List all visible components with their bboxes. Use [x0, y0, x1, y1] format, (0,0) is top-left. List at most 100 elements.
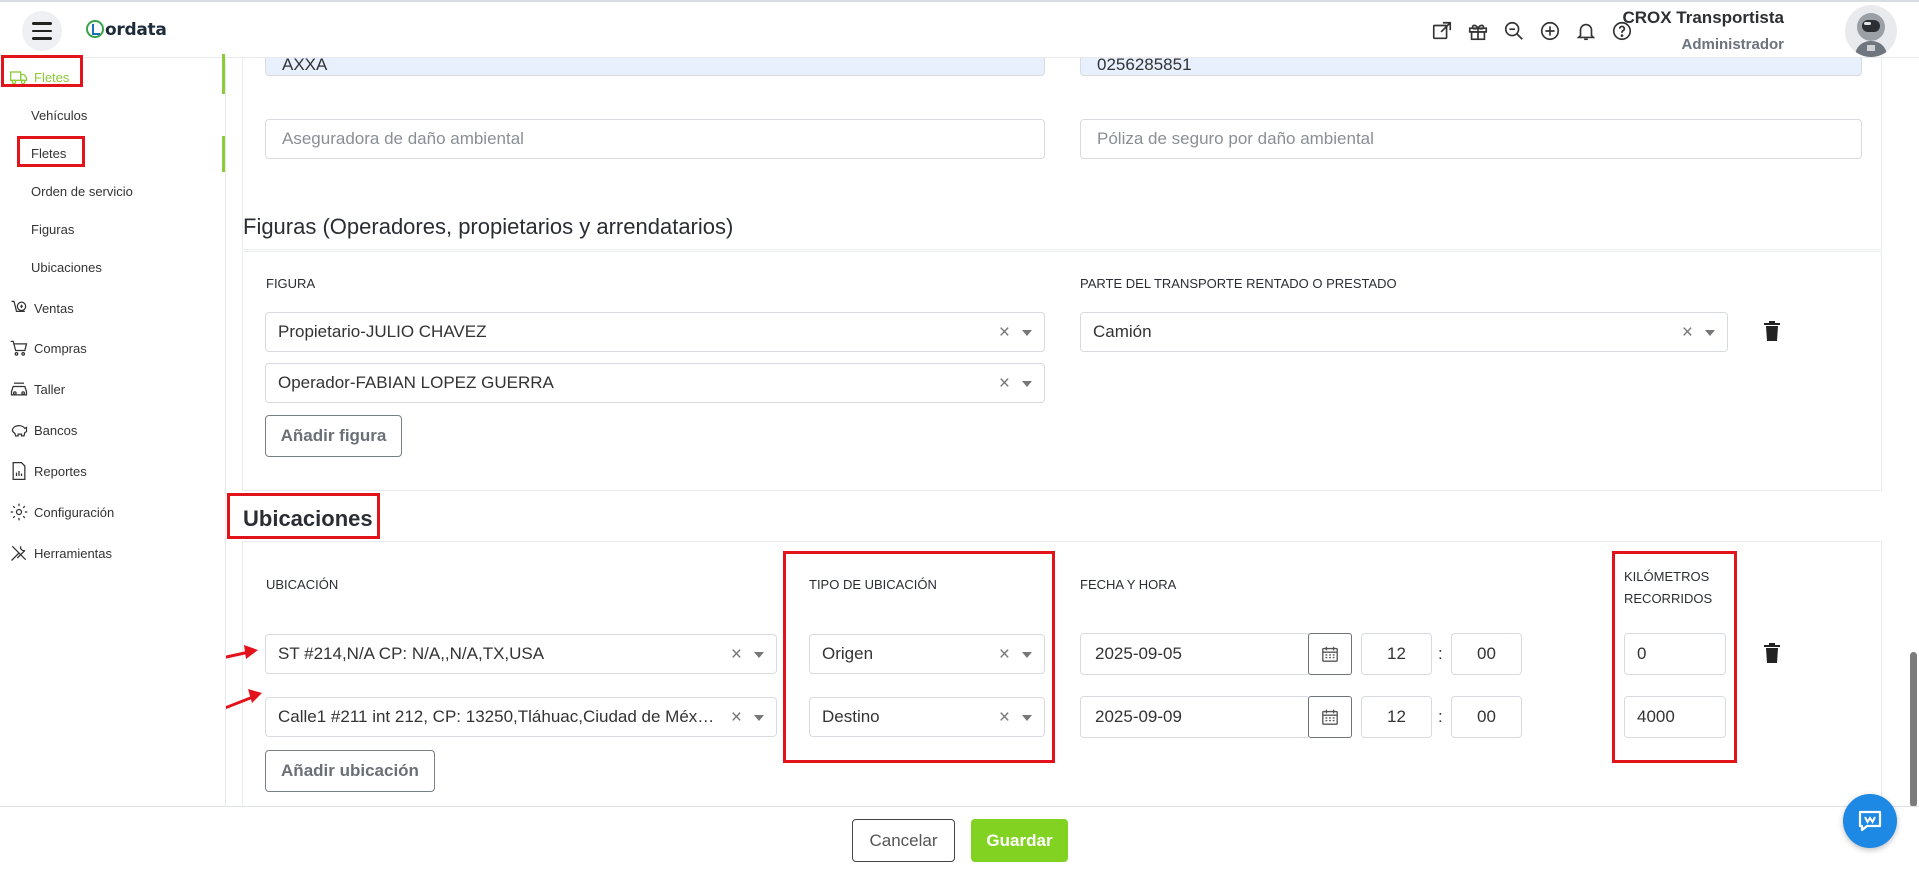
app-root: ordata CROX Transportista Administrador [0, 0, 1919, 872]
minuto-input-1[interactable]: 00 [1451, 633, 1522, 675]
chevron-down-icon[interactable] [1022, 652, 1032, 658]
annotation-box-fletes [1, 55, 83, 87]
header-actions [1424, 18, 1640, 44]
ubicacion-select-1[interactable]: ST #214,N/A CP: N/A,,N/A,TX,USA × [265, 634, 777, 674]
active-subitem-indicator [222, 136, 225, 172]
insurer-value: AXXA [282, 58, 328, 74]
time-separator: : [1438, 707, 1443, 726]
chevron-down-icon[interactable] [754, 715, 764, 721]
sidebar-item-taller[interactable]: Taller [0, 374, 226, 404]
cancel-button[interactable]: Cancelar [852, 819, 955, 862]
sidebar-item-bancos[interactable]: Bancos [0, 415, 226, 445]
clear-icon[interactable]: × [999, 373, 1010, 395]
sales-icon [8, 297, 30, 319]
clear-icon[interactable]: × [1682, 322, 1693, 344]
time-separator: : [1438, 644, 1443, 663]
sidebar-subitem-orden-servicio[interactable]: Orden de servicio [31, 184, 133, 199]
annotation-box-subitem-fletes [17, 136, 85, 167]
sidebar-item-compras[interactable]: Compras [0, 333, 226, 363]
delete-ubicacion-icon[interactable] [1763, 643, 1781, 663]
annotation-box-ubicaciones [227, 493, 380, 539]
tipo-select-value: Destino [822, 707, 880, 726]
logo-text: ordata [105, 20, 167, 40]
tipo-select-1[interactable]: Origen × [809, 634, 1045, 674]
tipo-select-2[interactable]: Destino × [809, 697, 1045, 737]
sidebar-item-label: Compras [34, 340, 87, 356]
insurer-field[interactable]: AXXA [265, 58, 1045, 76]
env-policy-placeholder: Póliza de seguro por daño ambiental [1097, 129, 1374, 148]
add-figura-button[interactable]: Añadir figura [265, 415, 402, 457]
sidebar-item-label: Herramientas [34, 545, 113, 561]
external-link-icon[interactable] [1424, 18, 1460, 44]
scrollbar-thumb[interactable] [1910, 652, 1917, 807]
ubicacion-select-value: Calle1 #211 int 212, CP: 13250,Tláhuac,C… [278, 707, 715, 726]
user-name[interactable]: CROX Transportista [1622, 8, 1784, 28]
sidebar-item-herramientas[interactable]: Herramientas [0, 538, 226, 568]
car-icon [8, 378, 30, 400]
clear-icon[interactable]: × [999, 322, 1010, 344]
astronaut-avatar-icon [1855, 13, 1887, 57]
top-bar: ordata CROX Transportista Administrador [0, 0, 1919, 58]
clear-icon[interactable]: × [999, 644, 1010, 666]
clear-icon[interactable]: × [731, 707, 742, 729]
save-button[interactable]: Guardar [971, 819, 1068, 862]
user-role: Administrador [1681, 36, 1784, 53]
report-icon [8, 460, 30, 482]
sidebar-item-label: Configuración [34, 504, 115, 520]
piggy-bank-icon [8, 419, 30, 441]
gift-icon[interactable] [1460, 18, 1496, 44]
column-header-figura: FIGURA [266, 276, 316, 291]
km-input-2[interactable]: 4000 [1624, 696, 1726, 738]
chat-support-button[interactable] [1843, 794, 1897, 848]
ubicacion-select-2[interactable]: Calle1 #211 int 212, CP: 13250,Tláhuac,C… [265, 697, 777, 737]
column-header-parte: PARTE DEL TRANSPORTE RENTADO O PRESTADO [1080, 276, 1397, 291]
calendar-icon [1322, 646, 1338, 662]
plus-circle-icon[interactable] [1532, 18, 1568, 44]
chevron-down-icon[interactable] [1022, 330, 1032, 336]
hora-input-2[interactable]: 12 [1361, 696, 1432, 738]
sidebar-item-reportes[interactable]: Reportes [0, 456, 226, 486]
chevron-down-icon[interactable] [1022, 715, 1032, 721]
section-title-figuras: Figuras (Operadores, propietarios y arre… [243, 214, 734, 239]
minuto-input-2[interactable]: 00 [1451, 696, 1522, 738]
column-header-ubicacion: UBICACIÓN [266, 577, 339, 592]
chevron-down-icon[interactable] [1705, 330, 1715, 336]
sidebar-item-label: Bancos [34, 422, 78, 438]
hora-input-1[interactable]: 12 [1361, 633, 1432, 675]
sidebar-subitem-figuras[interactable]: Figuras [31, 222, 74, 237]
form-footer: Cancelar Guardar [0, 806, 1919, 872]
clear-icon[interactable]: × [999, 707, 1010, 729]
sidebar-subitem-vehiculos[interactable]: Vehículos [31, 108, 87, 123]
menu-toggle-button[interactable] [22, 11, 62, 51]
parte-select-1[interactable]: Camión × [1080, 312, 1728, 352]
sidebar-item-configuracion[interactable]: Configuración [0, 497, 226, 527]
app-logo[interactable]: ordata [86, 20, 167, 40]
chevron-down-icon[interactable] [754, 652, 764, 658]
bell-icon[interactable] [1568, 18, 1604, 44]
ubicacion-select-value: ST #214,N/A CP: N/A,,N/A,TX,USA [278, 644, 545, 663]
gear-icon [8, 501, 30, 523]
calendar-button[interactable] [1308, 696, 1352, 738]
chevron-down-icon[interactable] [1022, 381, 1032, 387]
fecha-input-2[interactable]: 2025-09-09 [1080, 696, 1310, 738]
fecha-value: 2025-09-05 [1095, 644, 1182, 663]
clear-icon[interactable]: × [731, 644, 742, 666]
sidebar-item-ventas[interactable]: Ventas [0, 293, 226, 323]
tipo-select-value: Origen [822, 644, 874, 663]
figura-select-1[interactable]: Propietario-JULIO CHAVEZ × [265, 312, 1045, 352]
calendar-button[interactable] [1308, 633, 1352, 675]
logo-mark-icon [86, 20, 104, 38]
policy-field[interactable]: 0256285851 [1080, 58, 1862, 76]
avatar[interactable] [1845, 5, 1897, 57]
km-input-1[interactable]: 0 [1624, 633, 1726, 675]
figura-select-value: Operador-FABIAN LOPEZ GUERRA [278, 373, 554, 392]
sidebar-subitem-ubicaciones[interactable]: Ubicaciones [31, 260, 102, 275]
column-header-fecha: FECHA Y HORA [1080, 577, 1177, 592]
delete-figura-icon[interactable] [1763, 321, 1781, 341]
env-policy-input[interactable]: Póliza de seguro por daño ambiental [1080, 119, 1862, 159]
fecha-input-1[interactable]: 2025-09-05 [1080, 633, 1310, 675]
add-ubicacion-button[interactable]: Añadir ubicación [265, 750, 435, 792]
env-insurer-input[interactable]: Aseguradora de daño ambiental [265, 119, 1045, 159]
search-zoom-icon[interactable] [1496, 18, 1532, 44]
figura-select-2[interactable]: Operador-FABIAN LOPEZ GUERRA × [265, 363, 1045, 403]
